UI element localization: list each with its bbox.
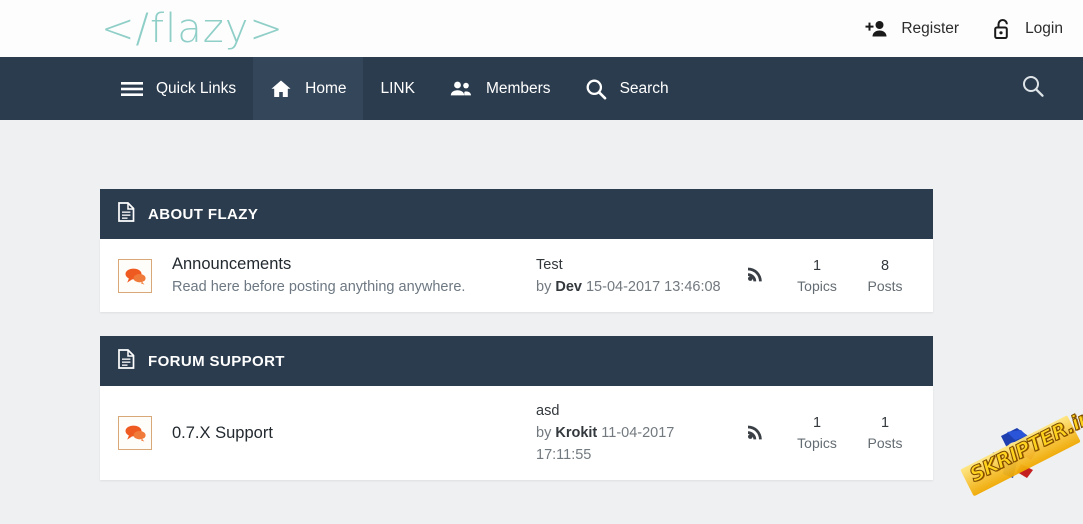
person-add-icon — [865, 19, 889, 39]
forum-row[interactable]: Announcements Read here before posting a… — [100, 239, 933, 312]
lastpost-author[interactable]: Dev — [555, 279, 582, 295]
document-icon — [118, 201, 135, 227]
nav-item-link[interactable]: LINK — [363, 57, 431, 120]
topics-count: 1 — [812, 415, 822, 431]
category-title: FORUM SUPPORT — [148, 352, 285, 370]
rss-feed-link[interactable] — [729, 264, 783, 287]
posts-label: Posts — [867, 277, 903, 294]
site-watermark: SKRIPTER.info — [960, 394, 1083, 524]
navbar-items: Quick Links Home LINK Members Search — [104, 57, 686, 120]
forum-lastpost: Test by Dev 15-04-2017 13:46:08 — [532, 254, 729, 298]
category-body: Announcements Read here before posting a… — [100, 239, 933, 312]
rss-icon — [747, 422, 765, 445]
hamburger-icon — [121, 81, 143, 97]
forum-lastpost: asd by Krokit 11-04-2017 17:11:55 — [532, 400, 729, 466]
watermark-text: SKRIPTER.info — [965, 394, 1083, 487]
category-header[interactable]: FORUM SUPPORT — [100, 336, 933, 386]
lastpost-title[interactable]: Test — [536, 254, 729, 276]
nav-item-search-label: Search — [619, 79, 669, 97]
posts-count: 1 — [880, 415, 890, 431]
forum-bubbles-icon — [118, 416, 152, 450]
document-icon — [118, 348, 135, 374]
site-logo[interactable]: </flazy> — [101, 4, 284, 54]
nav-item-search[interactable]: Search — [568, 57, 686, 120]
register-link[interactable]: Register — [865, 19, 959, 39]
topics-label: Topics — [797, 277, 837, 294]
category-body: 0.7.X Support asd by Krokit 11-04-2017 1… — [100, 386, 933, 480]
search-icon — [585, 78, 607, 100]
forum-name[interactable]: Announcements — [172, 253, 532, 275]
lastpost-by-prefix: by — [536, 278, 556, 295]
forum-bubbles-icon — [118, 258, 152, 293]
watermark-banner — [960, 415, 1081, 497]
category-block: ABOUT FLAZY Announcements Read here befo… — [100, 189, 933, 312]
forum-info: Announcements Read here before posting a… — [172, 253, 532, 298]
login-link[interactable]: Login — [993, 18, 1063, 40]
site-header: </flazy> Register Login — [0, 0, 1083, 57]
posts-label: Posts — [867, 435, 903, 451]
nav-item-members-label: Members — [485, 79, 551, 97]
posts-count: 8 — [880, 257, 890, 274]
unlock-icon — [993, 18, 1013, 40]
nav-item-quick-links[interactable]: Quick Links — [104, 57, 253, 120]
lastpost-by-prefix: by — [536, 425, 556, 441]
forum-content: ABOUT FLAZY Announcements Read here befo… — [100, 120, 933, 480]
lastpost-date: 15-04-2017 13:46:08 — [581, 278, 721, 295]
category-header[interactable]: ABOUT FLAZY — [100, 189, 933, 239]
category-block: FORUM SUPPORT 0.7.X Support asd by Kroki… — [100, 336, 933, 480]
lastpost-title[interactable]: asd — [536, 400, 729, 422]
forum-posts-stat: 1 Posts — [851, 413, 919, 453]
header-user-links: Register Login — [865, 0, 1063, 57]
nav-item-quick-links-label: Quick Links — [156, 79, 237, 97]
forum-name[interactable]: 0.7.X Support — [172, 422, 532, 444]
nav-item-link-label: LINK — [380, 79, 415, 97]
forum-topics-stat: 1 Topics — [783, 256, 851, 296]
lastpost-author[interactable]: Krokit — [555, 425, 597, 441]
nav-item-members[interactable]: Members — [432, 57, 568, 120]
register-link-label: Register — [901, 19, 960, 37]
forum-posts-stat: 8 Posts — [851, 256, 919, 296]
nav-item-home-label: Home — [305, 79, 347, 97]
home-icon — [270, 79, 292, 99]
forum-info: 0.7.X Support — [172, 422, 532, 445]
category-title: ABOUT FLAZY — [148, 205, 259, 223]
search-icon — [1021, 74, 1045, 103]
topics-count: 1 — [812, 257, 822, 274]
rss-feed-link[interactable] — [729, 422, 783, 445]
login-link-label: Login — [1025, 19, 1063, 37]
people-icon — [449, 80, 473, 98]
lastpost-meta: by Dev 15-04-2017 13:46:08 — [536, 276, 729, 298]
nav-item-home[interactable]: Home — [253, 57, 364, 120]
main-navbar: Quick Links Home LINK Members Search — [0, 57, 1083, 120]
navbar-search-toggle[interactable] — [983, 57, 1083, 120]
lastpost-meta: by Krokit 11-04-2017 17:11:55 — [536, 422, 729, 466]
forum-topics-stat: 1 Topics — [783, 413, 851, 453]
forum-description: Read here before posting anything anywhe… — [172, 279, 466, 295]
mascot-icon — [991, 428, 1037, 478]
topics-label: Topics — [797, 435, 837, 451]
rss-icon — [747, 264, 765, 287]
forum-row[interactable]: 0.7.X Support asd by Krokit 11-04-2017 1… — [100, 386, 933, 480]
